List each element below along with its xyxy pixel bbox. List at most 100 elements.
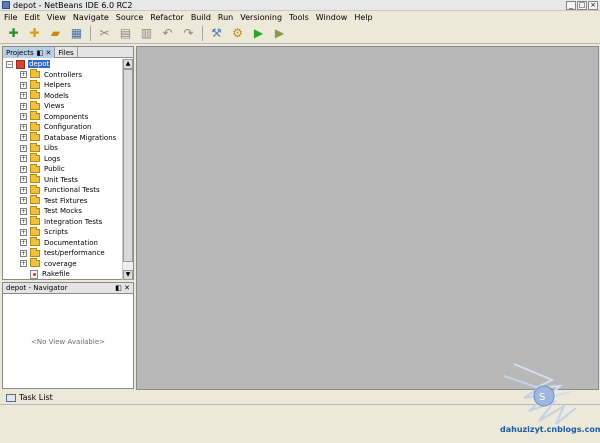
- new-file-icon[interactable]: ✚: [27, 26, 42, 41]
- folder-icon: [30, 79, 40, 89]
- no-view-message: <No View Available>: [31, 338, 105, 346]
- tree-item-configuration[interactable]: + Configuration: [3, 121, 123, 133]
- open-project-icon[interactable]: ▰: [48, 26, 63, 41]
- tree-item-controllers[interactable]: + Controllers: [3, 69, 123, 81]
- navigator-controls[interactable]: ◧ ✕: [115, 284, 130, 292]
- new-project-icon[interactable]: ✚: [6, 26, 21, 41]
- scroll-thumb[interactable]: [123, 69, 133, 262]
- menu-window[interactable]: Window: [316, 13, 348, 22]
- tab-controls[interactable]: ◧ ✕: [37, 49, 52, 57]
- netbeans-app-icon: [2, 1, 10, 9]
- expand-icon[interactable]: +: [20, 92, 27, 100]
- build-icon[interactable]: ⚒: [209, 26, 224, 41]
- menu-refactor[interactable]: Refactor: [150, 13, 184, 22]
- tree-item-helpers[interactable]: + Helpers: [3, 79, 123, 91]
- tree-item-views[interactable]: + Views: [3, 100, 123, 112]
- menu-navigate[interactable]: Navigate: [73, 13, 109, 22]
- tree-item-integration-tests[interactable]: + Integration Tests: [3, 216, 123, 228]
- tree-root-depot[interactable]: − depot: [3, 59, 123, 70]
- folder-icon: [30, 90, 40, 100]
- menu-build[interactable]: Build: [191, 13, 211, 22]
- tree-item-logs[interactable]: + Logs: [3, 153, 123, 165]
- tree-item-label: Controllers: [44, 70, 83, 79]
- expand-icon[interactable]: +: [20, 144, 27, 152]
- tree-item-label: Logs: [44, 154, 61, 163]
- maximize-button[interactable]: □: [577, 1, 587, 10]
- ruby-file-icon: [30, 269, 38, 279]
- undo-icon[interactable]: ↶: [160, 26, 175, 41]
- expand-icon[interactable]: +: [20, 260, 27, 268]
- expand-icon[interactable]: +: [20, 165, 27, 173]
- menu-edit[interactable]: Edit: [24, 13, 40, 22]
- menu-versioning[interactable]: Versioning: [240, 13, 282, 22]
- copy-icon[interactable]: ▤: [118, 26, 133, 41]
- tree-item-scripts[interactable]: + Scripts: [3, 226, 123, 238]
- expand-icon[interactable]: +: [20, 228, 27, 236]
- menu-help[interactable]: Help: [354, 13, 372, 22]
- tree-item-label: Components: [44, 112, 89, 121]
- tree-item-label: Documentation: [44, 238, 98, 247]
- expand-icon[interactable]: +: [20, 176, 27, 184]
- tree-item-models[interactable]: + Models: [3, 90, 123, 102]
- folder-icon: [30, 195, 40, 205]
- tree-item-coverage[interactable]: + coverage: [3, 258, 123, 270]
- tree-item-functional-tests[interactable]: + Functional Tests: [3, 184, 123, 196]
- expand-icon[interactable]: +: [20, 155, 27, 163]
- window-controls: _ □ ×: [566, 1, 598, 10]
- scroll-down-icon[interactable]: ▼: [123, 270, 133, 280]
- expand-icon[interactable]: +: [20, 113, 27, 121]
- tree-item-label: Unit Tests: [44, 175, 78, 184]
- menu-file[interactable]: File: [4, 13, 17, 22]
- expand-icon[interactable]: +: [20, 134, 27, 142]
- tree-item-documentation[interactable]: + Documentation: [3, 237, 123, 249]
- expand-icon[interactable]: +: [20, 207, 27, 215]
- close-button[interactable]: ×: [588, 1, 598, 10]
- redo-icon[interactable]: ↷: [181, 26, 196, 41]
- tree-item-test-mocks[interactable]: + Test Mocks: [3, 205, 123, 217]
- expand-icon[interactable]: +: [20, 249, 27, 257]
- toolbar-separator: [90, 25, 91, 41]
- expand-icon[interactable]: +: [20, 123, 27, 131]
- tree-item-label: Public: [44, 165, 65, 174]
- project-root-label: depot: [28, 60, 51, 69]
- tree-item-libs[interactable]: + Libs: [3, 142, 123, 154]
- scroll-up-icon[interactable]: ▲: [123, 59, 133, 69]
- save-all-icon[interactable]: ▦: [69, 26, 84, 41]
- menu-view[interactable]: View: [47, 13, 66, 22]
- tree-item-public[interactable]: + Public: [3, 163, 123, 175]
- expand-icon[interactable]: +: [20, 239, 27, 247]
- menu-run[interactable]: Run: [218, 13, 233, 22]
- collapse-icon[interactable]: −: [6, 60, 13, 68]
- tree-file-rakefile[interactable]: Rakefile: [3, 269, 123, 280]
- tree-file-label: Rakefile: [42, 270, 70, 279]
- folder-icon: [30, 174, 40, 184]
- tree-item-label: Configuration: [44, 123, 92, 132]
- run-icon[interactable]: ▶: [251, 26, 266, 41]
- tree-item-test-fixtures[interactable]: + Test Fixtures: [3, 195, 123, 207]
- tab-projects[interactable]: Projects ◧ ✕: [3, 47, 56, 58]
- tree-item-test-performance[interactable]: + test/performance: [3, 247, 123, 259]
- tree-item-label: Models: [44, 91, 69, 100]
- expand-icon[interactable]: +: [20, 71, 27, 79]
- folder-icon: [30, 237, 40, 247]
- folder-icon: [30, 258, 40, 268]
- tree-item-unit-tests[interactable]: + Unit Tests: [3, 174, 123, 186]
- tree-item-components[interactable]: + Components: [3, 111, 123, 123]
- minimize-button[interactable]: _: [566, 1, 576, 10]
- tree-item-database-migrations[interactable]: + Database Migrations: [3, 132, 123, 144]
- menu-source[interactable]: Source: [116, 13, 143, 22]
- projects-vertical-scrollbar[interactable]: ▲ ▼: [122, 59, 133, 280]
- title-bar: depot - NetBeans IDE 6.0 RC2 _ □ ×: [0, 0, 600, 11]
- expand-icon[interactable]: +: [20, 218, 27, 226]
- expand-icon[interactable]: +: [20, 81, 27, 89]
- expand-icon[interactable]: +: [20, 197, 27, 205]
- menu-tools[interactable]: Tools: [289, 13, 309, 22]
- cut-icon[interactable]: ✂: [97, 26, 112, 41]
- debug-icon[interactable]: ▶: [272, 26, 287, 41]
- project-tree: − depot + Controllers + Helpers + Models + Views +…: [3, 59, 123, 280]
- expand-icon[interactable]: +: [20, 186, 27, 194]
- tab-files[interactable]: Files: [55, 47, 78, 58]
- clean-build-icon[interactable]: ⚙: [230, 26, 245, 41]
- expand-icon[interactable]: +: [20, 102, 27, 110]
- paste-icon[interactable]: ▥: [139, 26, 154, 41]
